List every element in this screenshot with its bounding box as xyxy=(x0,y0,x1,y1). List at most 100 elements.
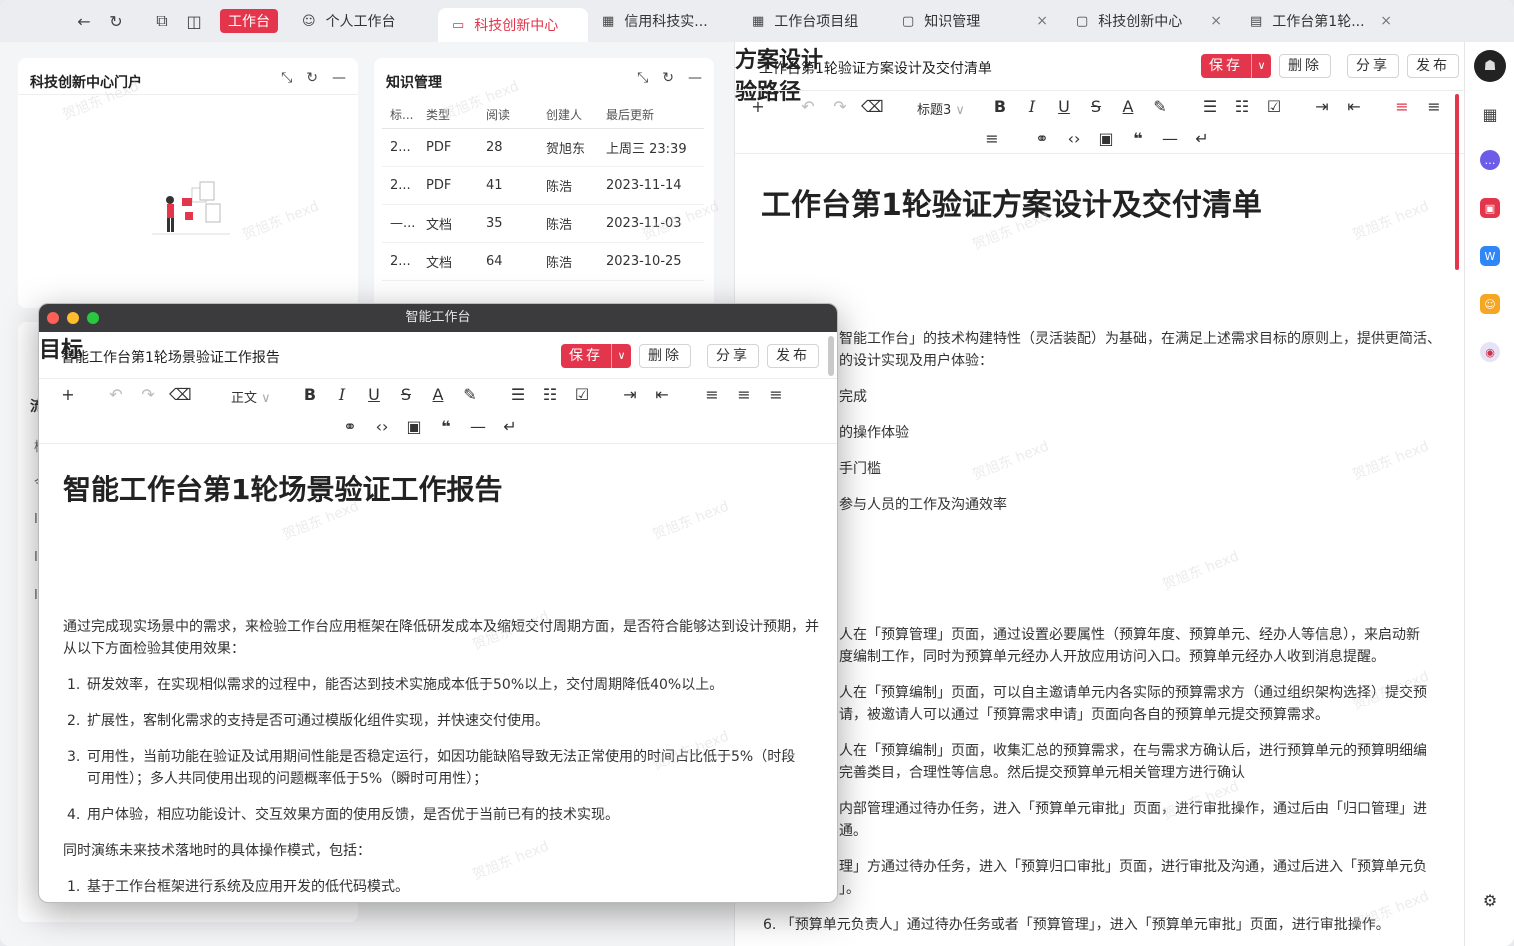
contacts-icon[interactable]: ☺ xyxy=(1480,294,1500,314)
workbench-tab[interactable]: 工作台 xyxy=(220,9,278,33)
underline-icon[interactable]: U xyxy=(363,385,385,404)
chevron-down-icon[interactable]: ∨ xyxy=(1251,54,1271,78)
bullet-list-icon[interactable]: ☰ xyxy=(507,385,529,404)
gear-icon[interactable]: ⚙ xyxy=(1480,890,1500,910)
italic-icon[interactable]: I xyxy=(331,385,353,404)
bullet-list-icon[interactable]: ☰ xyxy=(1199,97,1221,116)
undo-icon[interactable]: ↶ xyxy=(797,97,819,116)
line-break-icon[interactable]: ↵ xyxy=(499,417,521,436)
tab-project-group[interactable]: ▦ 工作台项目组 xyxy=(738,0,888,42)
calendar-icon[interactable]: ▣ xyxy=(1480,198,1500,218)
scrollbar[interactable] xyxy=(828,336,834,376)
refresh-icon[interactable]: ↻ xyxy=(306,70,318,86)
strikethrough-icon[interactable]: S xyxy=(1085,97,1107,116)
redo-icon[interactable]: ↷ xyxy=(137,385,159,404)
paragraph-select[interactable]: 正文 ∨ xyxy=(231,387,271,406)
align-center-icon[interactable]: ≡ xyxy=(733,385,755,404)
table-row[interactable]: —... 文档 35 陈浩 2023-11-03 xyxy=(382,205,704,243)
line-break-icon[interactable]: ↵ xyxy=(1191,129,1213,148)
outdent-icon[interactable]: ⇤ xyxy=(1343,97,1365,116)
table-row[interactable]: 2... 文档 64 陈浩 2023-10-25 xyxy=(382,243,704,281)
quote-icon[interactable]: ❝ xyxy=(435,417,457,436)
align-left-icon[interactable]: ≡ xyxy=(701,385,723,404)
layout-icon[interactable]: ◫ xyxy=(178,5,210,37)
delete-button[interactable]: 删除 xyxy=(639,344,691,368)
plus-icon[interactable]: + xyxy=(747,97,769,116)
tab-doc[interactable]: ▤ 工作台第1轮... × xyxy=(1236,0,1406,42)
align-right-icon[interactable]: ≡ xyxy=(765,385,787,404)
code-icon[interactable]: ‹› xyxy=(1063,129,1085,148)
divider-icon[interactable]: — xyxy=(1159,129,1181,148)
align-left-icon[interactable]: ≡ xyxy=(1391,97,1413,116)
copy-icon[interactable]: ⧉ xyxy=(146,5,178,37)
col-creator[interactable]: 创建人 xyxy=(538,106,598,123)
table-row[interactable]: 2... PDF 41 陈浩 2023-11-14 xyxy=(382,167,704,205)
chevron-down-icon[interactable]: ∨ xyxy=(611,344,631,368)
outdent-icon[interactable]: ⇤ xyxy=(651,385,673,404)
ordered-list-icon[interactable]: ☷ xyxy=(1231,97,1253,116)
window-titlebar[interactable]: 智能工作台 xyxy=(39,304,837,332)
publish-button[interactable]: 发布 xyxy=(1407,54,1459,78)
code-block-icon[interactable]: ▣ xyxy=(403,417,425,436)
back-icon[interactable]: ← xyxy=(68,5,100,37)
maximize-window-button[interactable] xyxy=(87,312,99,324)
minimize-window-button[interactable] xyxy=(67,312,79,324)
publish-button[interactable]: 发布 xyxy=(767,344,819,368)
word-icon[interactable]: W xyxy=(1480,246,1500,266)
align-center-icon[interactable]: ≡ xyxy=(1423,97,1445,116)
table-row[interactable]: 2... PDF 28 贺旭东 上周三 23:39 xyxy=(382,129,704,167)
share-button[interactable]: 分享 xyxy=(1347,54,1399,78)
link-icon[interactable]: ⚭ xyxy=(339,417,361,436)
align-right-icon[interactable]: ≡ xyxy=(981,129,1003,148)
bold-icon[interactable]: B xyxy=(299,385,321,404)
checkbox-icon[interactable]: ☑ xyxy=(571,385,593,404)
tab-personal[interactable]: ☺ 个人工作台 xyxy=(288,0,438,42)
undo-icon[interactable]: ↶ xyxy=(105,385,127,404)
col-type[interactable]: 类型 xyxy=(418,106,478,123)
close-window-button[interactable] xyxy=(47,312,59,324)
code-icon[interactable]: ‹› xyxy=(371,417,393,436)
save-label[interactable]: 保存 xyxy=(561,344,611,368)
eraser-icon[interactable]: ⌫ xyxy=(861,97,884,116)
delete-button[interactable]: 删除 xyxy=(1279,54,1331,78)
divider-icon[interactable]: — xyxy=(467,417,489,436)
indent-icon[interactable]: ⇥ xyxy=(1311,97,1333,116)
font-color-icon[interactable]: A xyxy=(427,385,449,404)
avatar[interactable]: ☗ xyxy=(1474,50,1506,82)
eraser-icon[interactable]: ⌫ xyxy=(169,385,192,404)
checkbox-icon[interactable]: ☑ xyxy=(1263,97,1285,116)
col-reads[interactable]: 阅读 xyxy=(478,106,538,123)
grid-icon[interactable]: ▦ xyxy=(1480,104,1500,124)
minimize-icon[interactable]: — xyxy=(332,70,346,86)
close-icon[interactable]: × xyxy=(1210,13,1222,29)
refresh-icon[interactable]: ↻ xyxy=(662,70,674,86)
close-icon[interactable]: × xyxy=(1036,13,1048,29)
tab-innovation-folder[interactable]: ▢ 科技创新中心 × xyxy=(1062,0,1236,42)
code-block-icon[interactable]: ▣ xyxy=(1095,129,1117,148)
app-icon[interactable]: ◉ xyxy=(1480,342,1500,362)
reload-icon[interactable]: ↻ xyxy=(100,5,132,37)
col-updated[interactable]: 最后更新 xyxy=(598,106,704,123)
save-button[interactable]: 保存 ∨ xyxy=(1201,54,1271,78)
col-title[interactable]: 标... xyxy=(382,106,418,123)
plus-icon[interactable]: + xyxy=(57,385,79,404)
italic-icon[interactable]: I xyxy=(1021,97,1043,116)
bold-icon[interactable]: B xyxy=(989,97,1011,116)
ordered-list-icon[interactable]: ☷ xyxy=(539,385,561,404)
share-button[interactable]: 分享 xyxy=(707,344,759,368)
close-icon[interactable]: × xyxy=(1380,13,1392,29)
strikethrough-icon[interactable]: S xyxy=(395,385,417,404)
highlight-icon[interactable]: ✎ xyxy=(459,385,481,404)
scrollbar[interactable] xyxy=(1455,94,1459,270)
indent-icon[interactable]: ⇥ xyxy=(619,385,641,404)
redo-icon[interactable]: ↷ xyxy=(829,97,851,116)
expand-icon[interactable]: ⤡ xyxy=(281,70,292,86)
tab-credit-tech[interactable]: ▦ 信用科技实... xyxy=(588,0,738,42)
save-button[interactable]: 保存 ∨ xyxy=(561,344,631,368)
save-label[interactable]: 保存 xyxy=(1201,54,1251,78)
heading-select[interactable]: 标题3 ∨ xyxy=(917,99,965,118)
highlight-icon[interactable]: ✎ xyxy=(1149,97,1171,116)
tab-knowledge[interactable]: ▢ 知识管理 × xyxy=(888,0,1062,42)
expand-icon[interactable]: ⤡ xyxy=(637,70,648,86)
font-color-icon[interactable]: A xyxy=(1117,97,1139,116)
